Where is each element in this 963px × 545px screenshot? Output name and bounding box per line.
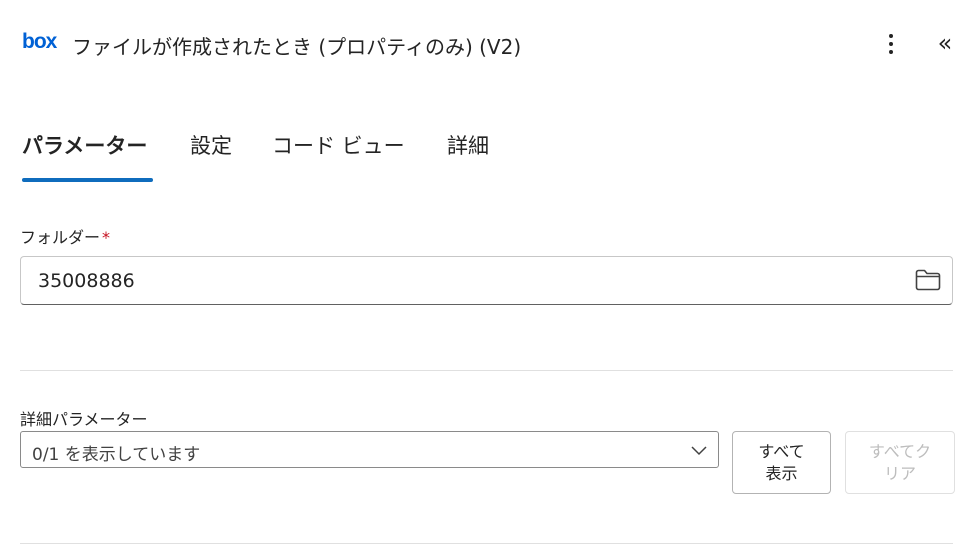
folder-input[interactable]: 35008886 [20,256,953,305]
clear-all-line-2: リア [883,463,916,483]
double-chevron-left-icon: « [937,29,953,57]
clear-all-label: すべてク リア [869,441,931,485]
folder-input-value: 35008886 [38,270,135,292]
more-options-button[interactable] [878,30,904,58]
tab-settings[interactable]: 設定 [190,130,232,182]
tab-details[interactable]: 詳細 [447,130,489,182]
tab-settings-label: 設定 [190,134,232,158]
trigger-panel: box ファイルが作成されたとき (プロパティのみ) (V2) « パラメーター… [0,0,963,545]
folder-field-label: フォルダー * [20,224,110,248]
more-vertical-icon [889,34,893,38]
chevron-down-icon [691,446,707,456]
active-tab-indicator [22,178,153,182]
more-vertical-icon-dot [889,50,893,54]
more-vertical-icon-dot [889,42,893,46]
folder-label-text: フォルダー [20,228,101,247]
tab-code-view[interactable]: コード ビュー [272,130,405,182]
show-all-line-1: すべて [758,441,805,461]
bottom-divider [20,543,953,544]
tab-code-view-label: コード ビュー [272,134,405,158]
collapse-panel-button[interactable]: « [932,28,958,58]
box-logo: box [22,30,57,53]
panel-title: ファイルが作成されたとき (プロパティのみ) (V2) [72,35,522,59]
dropdown-selected-value: 0/1 を表示しています [32,445,201,465]
show-all-label: すべて 表示 [758,441,804,485]
show-all-line-2: 表示 [765,463,798,483]
section-divider [20,370,953,371]
advanced-parameters-label: 詳細パラメーター [20,410,148,429]
clear-all-button[interactable]: すべてク リア [845,431,955,494]
tab-parameters[interactable]: パラメーター [22,130,153,182]
folder-icon[interactable] [914,268,942,292]
tab-parameters-label: パラメーター [22,134,148,158]
panel-header: box ファイルが作成されたとき (プロパティのみ) (V2) « [0,0,963,90]
show-all-button[interactable]: すべて 表示 [732,431,831,494]
tab-details-label: 詳細 [447,134,489,158]
clear-all-line-1: すべてク [868,441,932,461]
required-marker: * [102,228,111,247]
advanced-parameters-dropdown[interactable]: 0/1 を表示しています [20,431,719,468]
